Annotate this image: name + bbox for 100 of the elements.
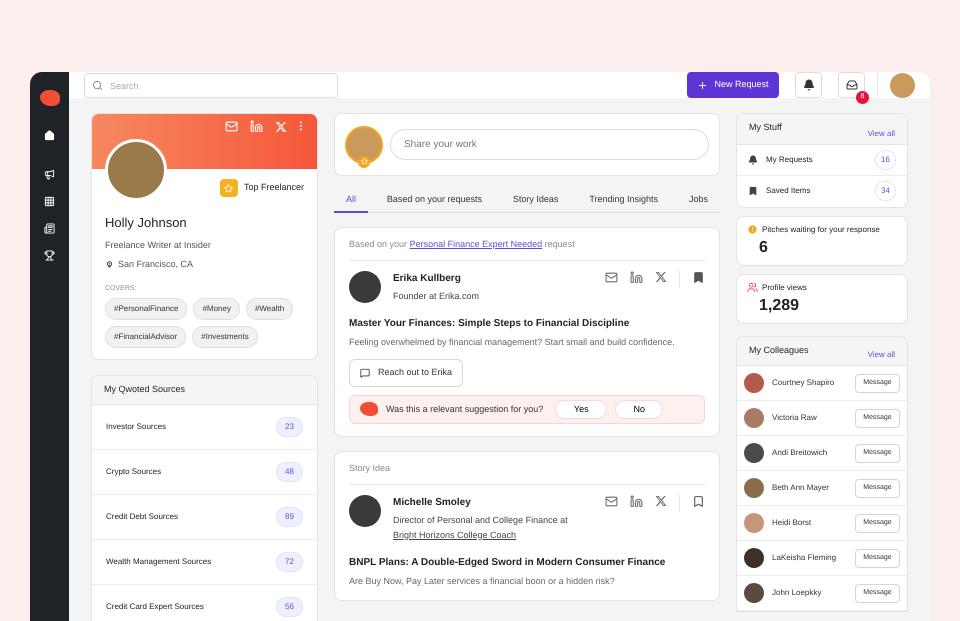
topic-tag[interactable]: #Investments bbox=[192, 326, 258, 348]
source-label: Crypto Sources bbox=[106, 466, 162, 478]
source-row[interactable]: Crypto Sources 48 bbox=[92, 450, 317, 494]
count-badge: 72 bbox=[276, 552, 303, 572]
profile-name: Holly Johnson bbox=[105, 214, 188, 232]
profile-role: Freelance Writer at Insider bbox=[105, 238, 212, 252]
company-link[interactable]: Bright Horizons College Coach bbox=[393, 530, 516, 540]
x-logo-icon[interactable] bbox=[655, 271, 667, 283]
author-title: Director of Personal and College Finance at Bright Horizons College Coach bbox=[393, 514, 569, 542]
reach-out-button[interactable]: Reach out to Erika bbox=[349, 359, 464, 386]
colleague-name: Victoria Raw bbox=[772, 412, 818, 424]
count-badge: 89 bbox=[276, 506, 303, 526]
source-row[interactable]: Wealth Management Sources 72 bbox=[92, 540, 317, 584]
no-button[interactable]: No bbox=[615, 400, 664, 419]
card-title: My Colleagues bbox=[749, 344, 809, 357]
home-icon[interactable] bbox=[44, 130, 55, 141]
x-logo-icon[interactable] bbox=[655, 495, 667, 507]
colleague-name: John Loepkky bbox=[772, 587, 822, 599]
stuff-row[interactable]: My Requests 16 bbox=[737, 144, 907, 176]
view-all-link[interactable]: View all bbox=[868, 349, 895, 361]
message-icon bbox=[360, 368, 370, 378]
stat-label: Pitches waiting for your response bbox=[762, 224, 880, 236]
summary: Feeling overwhelmed by financial management? Start small and build confidence. bbox=[349, 336, 676, 349]
card-title: My Stuff bbox=[749, 121, 782, 134]
source-label: Investor Sources bbox=[106, 420, 166, 432]
search-field[interactable]: Search bbox=[84, 73, 338, 98]
stat-value: 1,289 bbox=[759, 296, 800, 316]
card-label: Story Idea bbox=[349, 462, 705, 484]
stuff-label: My Requests bbox=[766, 154, 814, 166]
colleague-name: Courtney Shapiro bbox=[772, 377, 836, 389]
avatar bbox=[744, 513, 764, 533]
bookmark-icon[interactable] bbox=[692, 494, 705, 508]
context-text: Based on your Personal Finance Expert Needed request bbox=[349, 238, 705, 260]
feedback-question: Was this a relevant suggestion for you? bbox=[386, 402, 544, 416]
source-label: Credit Debt Sources bbox=[106, 510, 178, 522]
topic-tag[interactable]: #PersonalFinance bbox=[105, 298, 188, 320]
feed-tab[interactable]: Jobs bbox=[676, 189, 720, 213]
profile-location: San Francisco, CA bbox=[118, 258, 194, 271]
bell-icon bbox=[748, 154, 758, 164]
alert-icon bbox=[747, 224, 758, 235]
feed-tab[interactable]: Based on your requests bbox=[374, 189, 494, 213]
user-avatar[interactable] bbox=[890, 72, 915, 98]
logo-icon bbox=[360, 402, 378, 416]
count-badge: 56 bbox=[276, 596, 303, 616]
topic-tag[interactable]: #Wealth bbox=[246, 298, 294, 320]
colleague-name: Heidi Borst bbox=[772, 517, 812, 529]
topic-tag[interactable]: #FinancialAdvisor bbox=[105, 326, 186, 348]
author-name: Erika Kullberg bbox=[393, 272, 462, 286]
avatar bbox=[744, 373, 764, 393]
avatar bbox=[744, 443, 764, 463]
stuff-label: Saved Items bbox=[766, 185, 812, 197]
count-badge: 48 bbox=[276, 462, 303, 482]
feed-tab[interactable]: Trending Insights bbox=[577, 189, 670, 213]
bell-icon bbox=[802, 79, 814, 91]
avatar bbox=[744, 583, 764, 603]
mail-icon[interactable] bbox=[605, 270, 618, 284]
grid-icon[interactable] bbox=[44, 196, 55, 207]
badge-label: Top Freelancer bbox=[244, 181, 304, 194]
share-input[interactable]: Share your work bbox=[390, 129, 709, 160]
view-all-link[interactable]: View all bbox=[868, 128, 895, 140]
linkedin-icon[interactable] bbox=[630, 494, 643, 508]
headline: Master Your Finances: Simple Steps to Financial Discipline bbox=[349, 316, 630, 330]
plus-icon bbox=[697, 80, 708, 90]
linkedin-icon[interactable] bbox=[250, 120, 263, 133]
megaphone-icon[interactable] bbox=[44, 169, 55, 180]
x-logo-icon[interactable] bbox=[275, 120, 287, 132]
people-icon bbox=[747, 282, 758, 293]
avatar bbox=[744, 478, 764, 498]
linkedin-icon[interactable] bbox=[630, 270, 643, 284]
summary: Are Buy Now, Pay Later services a financial boon or a hidden risk? bbox=[349, 574, 616, 588]
headline: BNPL Plans: A Double-Edged Sword in Modern Consumer Finance bbox=[349, 556, 666, 570]
newspaper-icon[interactable] bbox=[44, 223, 55, 234]
trophy-icon[interactable] bbox=[44, 250, 55, 261]
feed-tab[interactable]: Story Ideas bbox=[500, 189, 570, 213]
search-icon bbox=[92, 80, 103, 90]
new-request-button[interactable]: New Request bbox=[687, 72, 779, 98]
topic-tag[interactable]: #Money bbox=[193, 298, 240, 320]
source-row[interactable]: Credit Card Expert Sources 56 bbox=[92, 584, 317, 621]
colleague-name: LaKeisha Fleming bbox=[772, 552, 838, 564]
count-badge: 34 bbox=[875, 181, 896, 201]
avatar bbox=[349, 270, 381, 302]
author-name: Michelle Smoley bbox=[393, 496, 472, 510]
logo-icon bbox=[40, 90, 60, 106]
avatar bbox=[744, 548, 764, 568]
mail-icon[interactable] bbox=[605, 494, 618, 508]
feed-tab[interactable]: All bbox=[334, 189, 368, 213]
author-title: Founder at Erika.com bbox=[393, 290, 480, 302]
count-badge: 16 bbox=[875, 150, 896, 170]
bookmark-icon bbox=[748, 186, 758, 196]
colleague-name: Beth Ann Mayer bbox=[772, 482, 830, 494]
source-row[interactable]: Credit Debt Sources 89 bbox=[92, 494, 317, 540]
notifications-button[interactable] bbox=[795, 72, 822, 98]
bookmark-icon[interactable] bbox=[692, 270, 705, 284]
source-row[interactable]: Investor Sources 23 bbox=[92, 404, 317, 450]
location-icon bbox=[105, 260, 114, 270]
inbox-icon bbox=[846, 79, 858, 91]
avatar bbox=[744, 408, 764, 428]
yes-button[interactable]: Yes bbox=[555, 400, 608, 419]
stuff-row[interactable]: Saved Items 34 bbox=[737, 176, 907, 206]
request-link[interactable]: Personal Finance Expert Needed bbox=[410, 239, 542, 249]
